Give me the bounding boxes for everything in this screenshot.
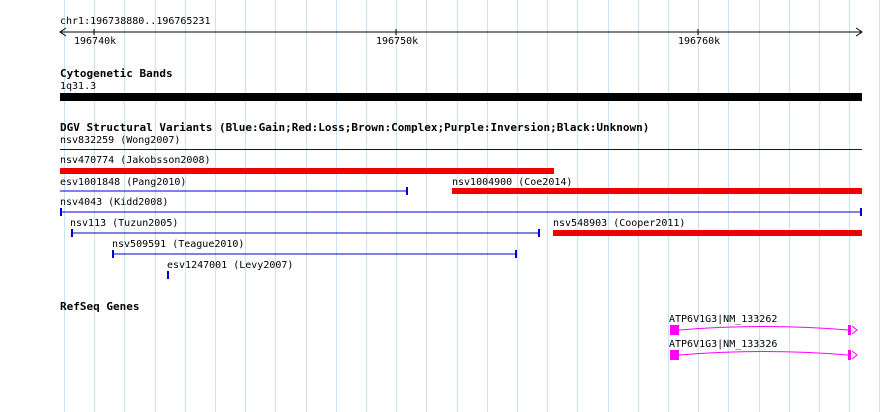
variant-label-nsv548903: nsv548903 (Cooper2011) xyxy=(553,218,686,229)
dgv-track-title: DGV Structural Variants (Blue:Gain;Red:L… xyxy=(60,121,650,134)
variant-label-nsv470774: nsv470774 (Jakobsson2008) xyxy=(60,155,211,166)
cytoband-bar[interactable] xyxy=(60,93,862,101)
cytoband-track-title: Cytogenetic Bands xyxy=(60,67,173,80)
refseq-track-title: RefSeq Genes xyxy=(60,300,140,313)
variant-bar-nsv470774[interactable] xyxy=(60,168,554,174)
cytoband-label: 1q31.3 xyxy=(60,81,97,92)
variant-bar-esv1001848[interactable] xyxy=(60,186,410,196)
variant-bar-nsv1004900[interactable] xyxy=(452,188,862,194)
tick-label-196760k: 196760k xyxy=(678,36,721,47)
variant-bar-nsv832259[interactable] xyxy=(60,149,862,150)
variant-bar-nsv509591[interactable] xyxy=(111,249,519,259)
variant-bar-nsv4043[interactable] xyxy=(59,207,864,217)
variant-label-nsv1004900: nsv1004900 (Coe2014) xyxy=(452,177,573,188)
variant-bar-nsv113[interactable] xyxy=(70,228,542,238)
gene-model-nm-133262[interactable] xyxy=(668,322,864,338)
gene-model-nm-133326[interactable] xyxy=(668,347,864,363)
tick-label-196750k: 196750k xyxy=(376,36,419,47)
variant-label-nsv832259: nsv832259 (Wong2007) xyxy=(60,135,181,146)
variant-label-esv1247001: esv1247001 (Levy2007) xyxy=(167,260,294,271)
ruler-axis[interactable] xyxy=(0,0,890,50)
tick-label-196740k: 196740k xyxy=(74,36,117,47)
variant-bar-nsv548903[interactable] xyxy=(553,230,862,236)
variant-bar-esv1247001[interactable] xyxy=(166,270,172,280)
